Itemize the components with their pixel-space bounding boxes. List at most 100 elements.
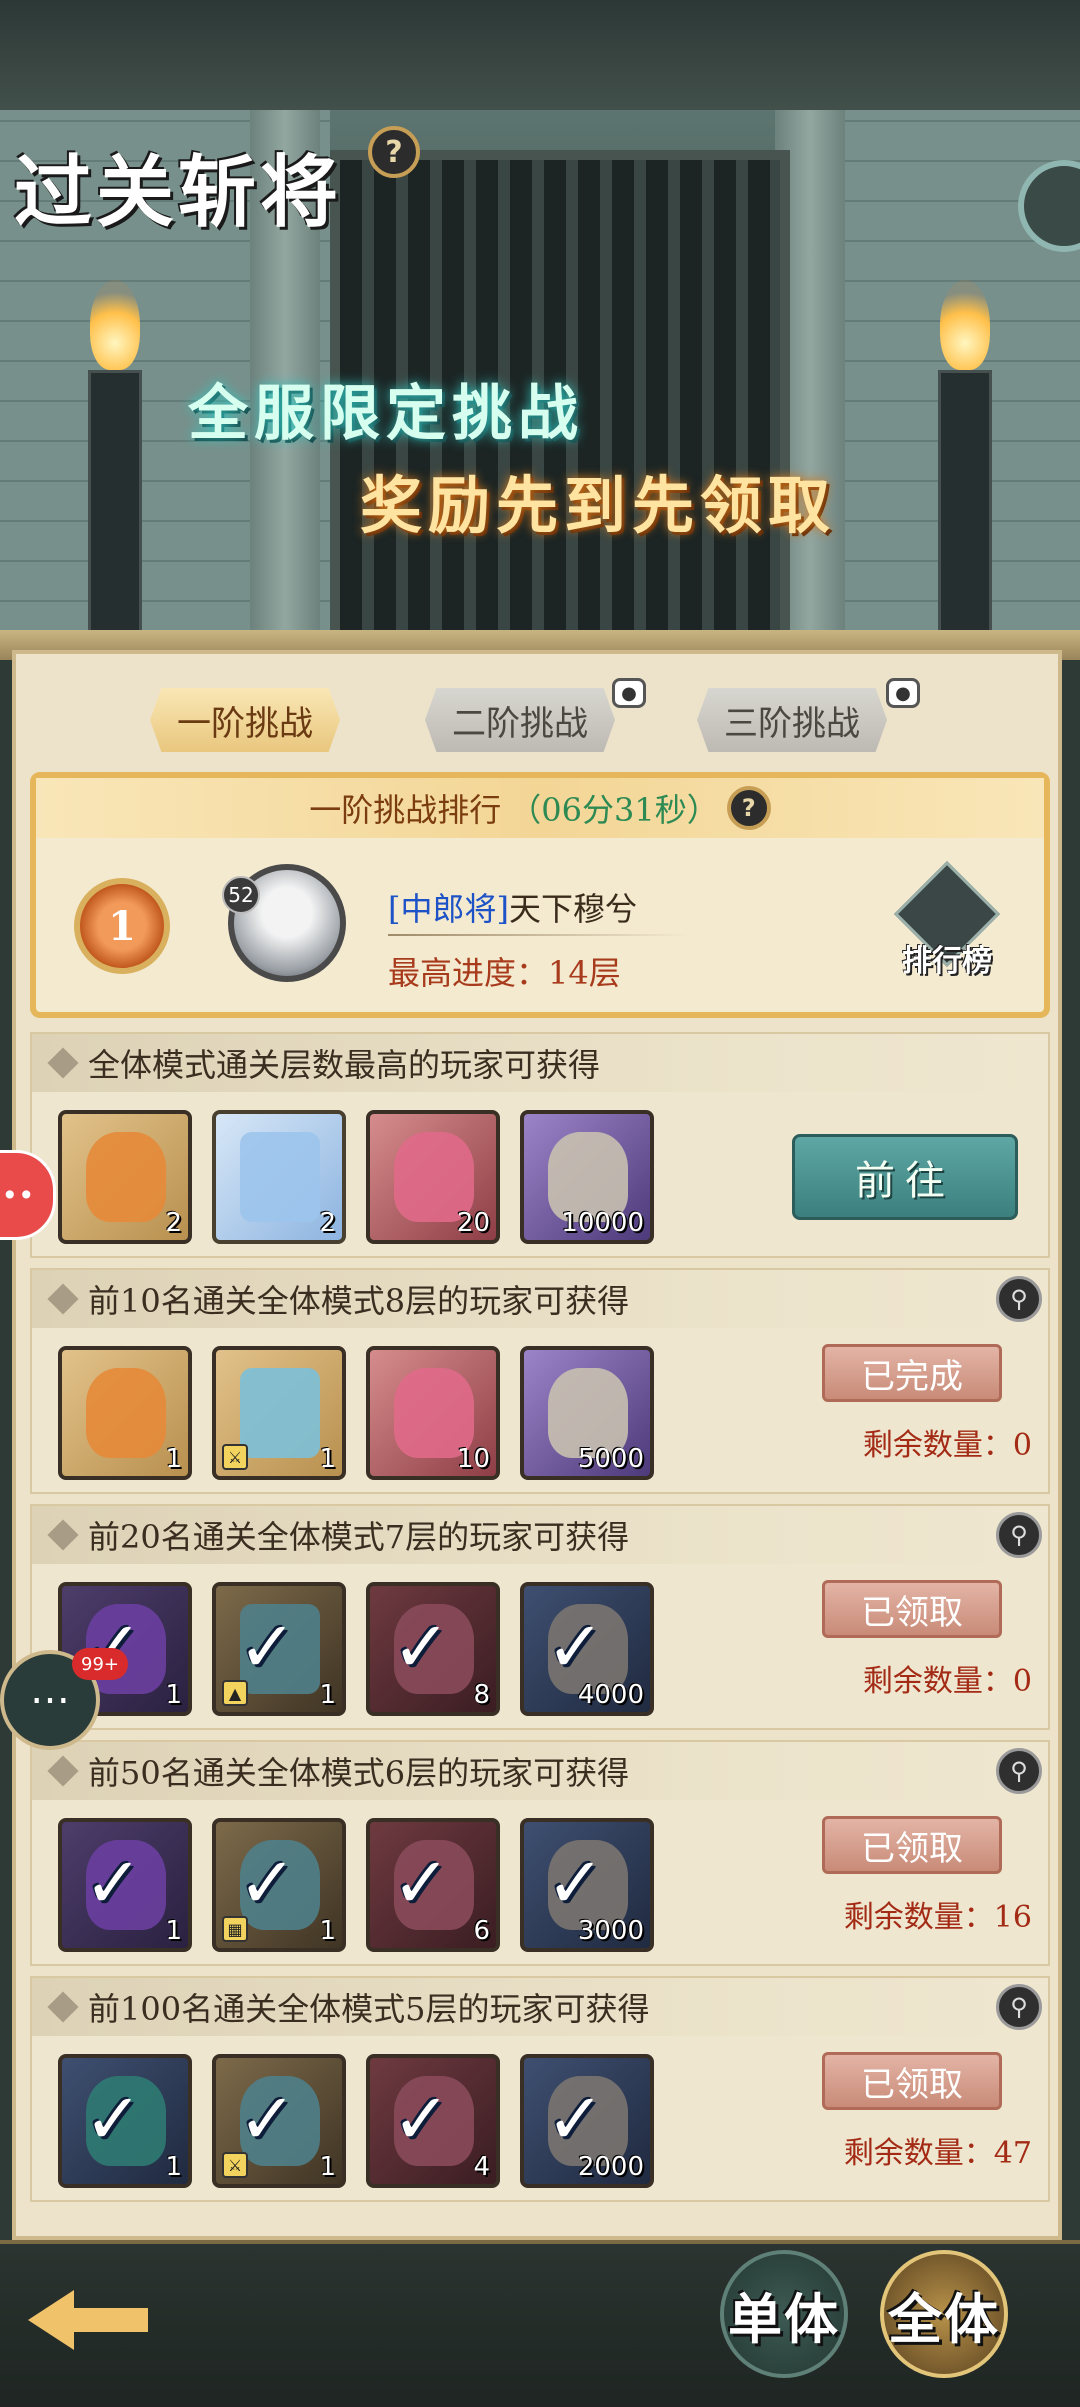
top-strip (0, 0, 1080, 110)
item-count: 2000 (577, 2152, 644, 2182)
reward-items: ✓ 1 ✓ ⚔ 1 ✓ 4 ✓ 2000 (58, 2054, 654, 2188)
sword-badge-icon: ⚔ (222, 2152, 248, 2178)
reward-tier-title: 前50名通关全体模式6层的玩家可获得 (88, 1754, 630, 1792)
player-rank-tag: [中郎将] (388, 890, 509, 928)
ranking-header: 一阶挑战排行 （06分31秒） ? (36, 778, 1044, 838)
remaining-count: 剩余数量：0 (862, 1428, 1032, 1463)
scroll-sword-icon[interactable]: ✓ 3000 (520, 1818, 654, 1952)
reward-tier-top10: 前10名通关全体模式8层的玩家可获得 ⚲ 1 ⚔ 1 10 5000 已完成 剩余… (30, 1268, 1050, 1494)
player-progress: 最高进度：14层 (388, 954, 621, 992)
diamond-icon (47, 1047, 79, 1079)
go-button[interactable]: 前往 (792, 1134, 1018, 1220)
reward-tier-header: 全体模式通关层数最高的玩家可获得 (32, 1034, 1048, 1092)
check-icon: ✓ (392, 1606, 451, 1688)
check-icon: ✓ (238, 1842, 297, 1924)
ranking-help-button[interactable]: ? (726, 786, 771, 830)
player-level-badge: 52 (222, 876, 260, 914)
magnifier-icon[interactable]: ⚲ (996, 1512, 1042, 1558)
back-button[interactable] (18, 2270, 158, 2370)
rank-medal-icon: 1 (74, 878, 170, 974)
leaderboard-button[interactable]: 排行榜 (892, 860, 1002, 984)
red-beast-icon[interactable]: ✓ 4 (366, 2054, 500, 2188)
item-count: 10000 (561, 1208, 644, 1238)
diamond-icon (47, 1519, 79, 1551)
mode-all-button[interactable]: 全体 (880, 2250, 1008, 2378)
orange-beast-token-icon[interactable]: 1 (58, 1346, 192, 1480)
page-title: 过关斩将 (14, 130, 342, 242)
item-count: 3000 (577, 1916, 644, 1946)
orange-beast-token-icon[interactable]: 2 (58, 1110, 192, 1244)
reward-tier-title: 前20名通关全体模式7层的玩家可获得 (88, 1518, 630, 1556)
item-count: 1 (319, 1444, 336, 1474)
reward-tier-header: 前100名通关全体模式5层的玩家可获得 (32, 1978, 1048, 2036)
tab-stage-1[interactable]: 一阶挑战 (150, 688, 340, 752)
status-badge: 已领取 (822, 1580, 1002, 1638)
diamond-icon (47, 1755, 79, 1787)
item-count: 2 (319, 1208, 336, 1238)
crystal-chest-icon[interactable]: 2 (212, 1110, 346, 1244)
reward-tier-header: 前20名通关全体模式7层的玩家可获得 (32, 1506, 1048, 1564)
crystal-stone-icon[interactable]: ✓ ⚔ 1 (212, 2054, 346, 2188)
red-beast-icon[interactable]: ✓ 6 (366, 1818, 500, 1952)
reward-items: 2 2 20 10000 (58, 1110, 654, 1244)
tab-stage-2[interactable]: 二阶挑战 (425, 688, 615, 752)
scroll-sword-icon[interactable]: 5000 (520, 1346, 654, 1480)
red-beast-icon[interactable]: ✓ 8 (366, 1582, 500, 1716)
scroll-sword-icon[interactable]: ✓ 4000 (520, 1582, 654, 1716)
mode-single-button[interactable]: 单体 (720, 2250, 848, 2378)
reward-tier-title: 前100名通关全体模式5层的玩家可获得 (88, 1990, 650, 2028)
tab-stage-3[interactable]: 三阶挑战 (697, 688, 887, 752)
chat-unread-badge: 99+ (72, 1648, 128, 1680)
check-icon: ✓ (546, 1606, 605, 1688)
divider (388, 934, 688, 936)
check-icon: ✓ (238, 1606, 297, 1688)
scroll-sword-icon[interactable]: ✓ 2000 (520, 2054, 654, 2188)
reward-tier-title: 全体模式通关层数最高的玩家可获得 (88, 1046, 601, 1084)
item-count: 8 (473, 1680, 490, 1710)
remaining-count: 剩余数量：0 (862, 1664, 1032, 1699)
item-count: 6 (473, 1916, 490, 1946)
magnifier-icon[interactable]: ⚲ (996, 1984, 1042, 2030)
item-count: 1 (165, 1444, 182, 1474)
item-count: 10 (456, 1444, 490, 1474)
shield-badge-icon: ▲ (222, 1680, 248, 1706)
crystal-stone-icon[interactable]: ✓ ▦ 1 (212, 1818, 346, 1952)
item-count: 1 (165, 1916, 182, 1946)
help-button[interactable]: ? (368, 126, 420, 178)
reward-tier-header: 前50名通关全体模式6层的玩家可获得 (32, 1742, 1048, 1800)
torch-right (930, 280, 1000, 640)
red-beast-icon[interactable]: 10 (366, 1346, 500, 1480)
check-icon: ✓ (392, 1842, 451, 1924)
purple-beast-token-icon[interactable]: ✓ 1 (58, 1818, 192, 1952)
player-name: [中郎将]天下穆兮 (388, 884, 637, 930)
green-beast-token-icon[interactable]: ✓ 1 (58, 2054, 192, 2188)
status-badge: 已领取 (822, 1816, 1002, 1874)
banner-subtitle-2: 奖励先到先领取 (360, 469, 837, 542)
remaining-count: 剩余数量：16 (843, 1900, 1032, 1935)
red-beast-icon[interactable]: 20 (366, 1110, 500, 1244)
reward-tier-title: 前10名通关全体模式8层的玩家可获得 (88, 1282, 630, 1320)
item-count: 4 (473, 2152, 490, 2182)
back-arrow-shaft (68, 2308, 148, 2332)
magnifier-icon[interactable]: ⚲ (996, 1276, 1042, 1322)
tab-stage-2-label: 二阶挑战 (452, 703, 588, 744)
crystal-chest-icon[interactable]: ⚔ 1 (212, 1346, 346, 1480)
item-count: 4000 (577, 1680, 644, 1710)
ranking-card: 一阶挑战排行 （06分31秒） ? 1 52 [中郎将]天下穆兮 最高进度：14… (30, 772, 1050, 1018)
item-count: 1 (319, 2152, 336, 2182)
grid-badge-icon: ▦ (222, 1916, 248, 1942)
ranking-title: 一阶挑战排行 (309, 791, 502, 829)
scroll-sword-icon[interactable]: 10000 (520, 1110, 654, 1244)
diamond-icon (47, 1991, 79, 2023)
magnifier-icon[interactable]: ⚲ (996, 1748, 1042, 1794)
crystal-chest-icon[interactable]: ✓ ▲ 1 (212, 1582, 346, 1716)
page-title-text: 过关斩将 (14, 147, 343, 238)
reward-tier-top20: 前20名通关全体模式7层的玩家可获得 ⚲ ✓ 1 ✓ ▲ 1 ✓ 8 ✓ 4000 已领取… (30, 1504, 1050, 1730)
remaining-count: 剩余数量：47 (843, 2136, 1032, 2171)
check-icon: ✓ (84, 2078, 143, 2160)
tab-stage-3-label: 三阶挑战 (724, 703, 860, 744)
item-count: 1 (165, 2152, 182, 2182)
diamond-icon (47, 1283, 79, 1315)
reward-items: ✓ 1 ✓ ▦ 1 ✓ 6 ✓ 3000 (58, 1818, 654, 1952)
chat-bubble-icon: ⋯ (30, 1677, 70, 1723)
